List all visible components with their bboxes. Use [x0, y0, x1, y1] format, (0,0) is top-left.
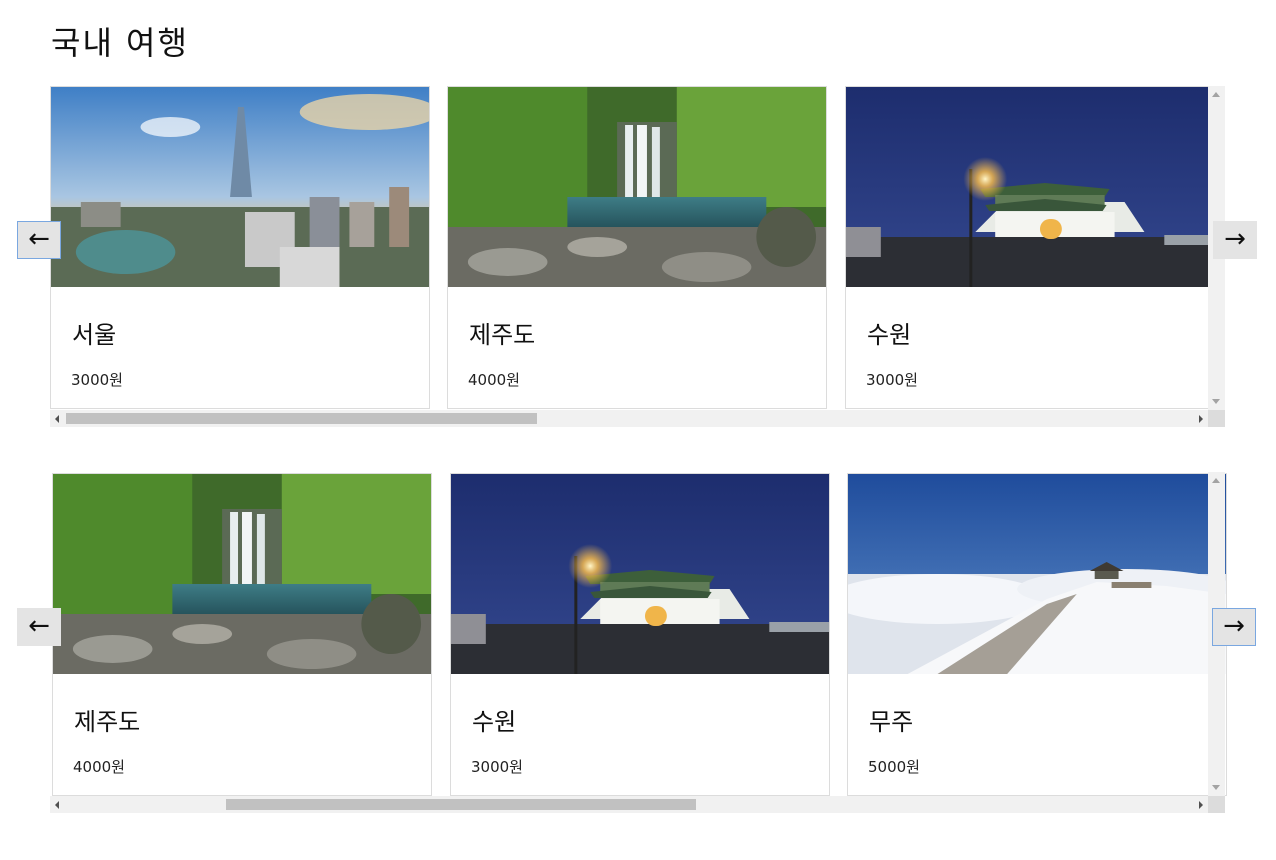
carousel-jeju-suwon-muju[interactable]: 제주도 4000원 수원 3000원 무주 5000원 [50, 472, 1227, 815]
card-title: 수원 [472, 708, 517, 736]
scroll-right-icon[interactable] [1199, 415, 1203, 423]
prev-button[interactable]: ← [17, 221, 61, 259]
card-price: 3000원 [866, 371, 918, 389]
card-price: 4000원 [73, 758, 125, 776]
trip-card[interactable]: 제주도 4000원 [52, 473, 432, 796]
horizontal-scrollbar[interactable] [50, 410, 1208, 427]
card-price: 3000원 [71, 371, 123, 389]
scroll-right-icon[interactable] [1199, 801, 1203, 809]
scrollbar-corner [1208, 410, 1225, 427]
trip-card[interactable]: 수원 3000원 [845, 86, 1225, 409]
next-button[interactable]: → [1213, 221, 1257, 259]
prev-button[interactable]: ← [17, 608, 61, 646]
horizontal-scrollbar[interactable] [50, 796, 1208, 813]
card-price: 3000원 [471, 758, 523, 776]
trip-card[interactable]: 무주 5000원 [847, 473, 1227, 796]
trip-card[interactable]: 제주도 4000원 [447, 86, 827, 409]
trip-card[interactable]: 서울 3000원 [50, 86, 430, 409]
scroll-down-icon[interactable] [1212, 399, 1220, 404]
muju-snow-mountain-photo [848, 474, 1226, 674]
trip-card[interactable]: 수원 3000원 [450, 473, 830, 796]
seoul-skyline-photo [51, 87, 429, 287]
page-title: 국내 여행 [51, 24, 189, 62]
card-title: 무주 [869, 708, 914, 736]
card-title: 수원 [867, 321, 912, 349]
scrollbar-thumb[interactable] [226, 799, 696, 810]
scrollbar-thumb[interactable] [66, 413, 537, 424]
card-title: 제주도 [469, 321, 536, 349]
card-price: 5000원 [868, 758, 920, 776]
card-title: 서울 [72, 321, 117, 349]
card-price: 4000원 [468, 371, 520, 389]
scroll-up-icon[interactable] [1212, 478, 1220, 483]
scroll-left-icon[interactable] [55, 415, 59, 423]
jeju-waterfall-photo [53, 474, 431, 674]
suwon-gate-night-photo [846, 87, 1224, 287]
next-button[interactable]: → [1212, 608, 1256, 646]
scrollbar-corner [1208, 796, 1225, 813]
jeju-waterfall-photo [448, 87, 826, 287]
scroll-down-icon[interactable] [1212, 785, 1220, 790]
suwon-gate-night-photo [451, 474, 829, 674]
carousel-seoul-jeju-suwon[interactable]: 서울 3000원 제주도 4000원 수원 3000원 [50, 86, 1225, 429]
scroll-left-icon[interactable] [55, 801, 59, 809]
scroll-up-icon[interactable] [1212, 92, 1220, 97]
card-title: 제주도 [74, 708, 141, 736]
